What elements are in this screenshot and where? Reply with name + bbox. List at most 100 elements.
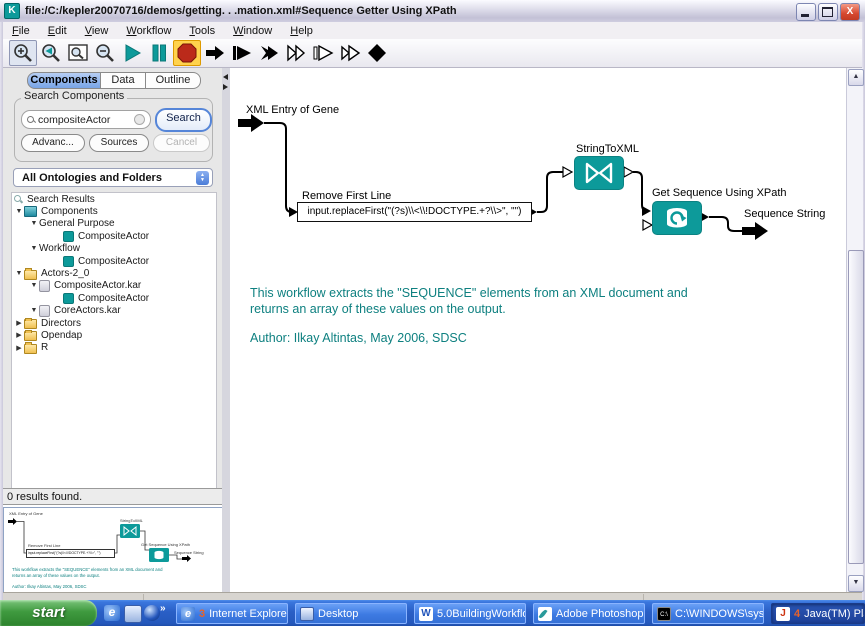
expand-right-icon[interactable]	[223, 84, 228, 90]
tree-item-r[interactable]: ▶ R	[12, 342, 216, 354]
input-output-multiport-icon[interactable]	[337, 41, 363, 65]
word-document-icon: W	[419, 606, 433, 621]
expander-closed-icon[interactable]: ▶	[14, 319, 24, 327]
canvas-vertical-scrollbar[interactable]: ▲ ▼	[846, 68, 864, 592]
sources-button[interactable]: Sources	[89, 134, 149, 152]
tree-item-components[interactable]: ▼ Components	[12, 205, 216, 218]
ontology-select[interactable]: All Ontologies and Folders ▲ ▼	[13, 168, 213, 187]
ontology-select-value: All Ontologies and Folders	[22, 172, 162, 184]
expander-open-icon[interactable]: ▼	[29, 245, 39, 252]
menu-window[interactable]: Window	[224, 24, 281, 38]
tree-item-general-purpose[interactable]: ▼ General Purpose	[12, 218, 216, 230]
taskbar-button-label: Internet Explorer	[209, 607, 288, 620]
expander-open-icon[interactable]: ▼	[29, 307, 39, 314]
tree-item-search-results[interactable]: Search Results	[12, 193, 216, 205]
tab-components[interactable]: Components	[27, 72, 101, 89]
expander-closed-icon[interactable]: ▶	[14, 344, 24, 352]
output-multiport-icon[interactable]	[310, 41, 336, 65]
run-icon[interactable]	[119, 41, 145, 65]
output-port-icon[interactable]	[229, 41, 255, 65]
zoom-fit-icon[interactable]	[65, 41, 91, 65]
advanced-button[interactable]: Advanc...	[21, 134, 85, 152]
stop-icon[interactable]	[173, 40, 201, 66]
xpath-second-input-port[interactable]	[642, 218, 654, 232]
taskbar-button-command-prompt[interactable]: C:\ C:\WINDOWS\syst...	[652, 603, 764, 624]
tree-item-directors[interactable]: ▶ Directors	[12, 317, 216, 330]
taskbar-button-word-document[interactable]: W 5.0BuildingWorkflo...	[414, 603, 526, 624]
pause-icon[interactable]	[146, 41, 172, 65]
xpath-actor[interactable]	[652, 201, 702, 235]
select-stepper-icon[interactable]: ▲ ▼	[196, 171, 209, 185]
search-button[interactable]: Search	[155, 108, 212, 132]
stringtoxml-output-port[interactable]	[623, 165, 635, 179]
scrollbar-thumb[interactable]	[848, 250, 864, 564]
expander-open-icon[interactable]: ▼	[29, 220, 39, 227]
quicklaunch-show-desktop-icon[interactable]	[124, 605, 142, 623]
tree-item-compositeactor[interactable]: CompositeActor	[12, 292, 216, 304]
menu-tools[interactable]: Tools	[180, 24, 224, 38]
folder-icon	[24, 268, 37, 280]
input-port-shape[interactable]	[238, 114, 264, 132]
xpath-input-port[interactable]	[642, 206, 651, 216]
cancel-button[interactable]: Cancel	[153, 134, 210, 152]
tree-item-coreactors-kar[interactable]: ▼ CoreActors.kar	[12, 304, 216, 317]
search-input[interactable]: compositeActor	[21, 110, 151, 129]
menu-view[interactable]: View	[76, 24, 118, 38]
zoom-out-icon[interactable]	[92, 41, 118, 65]
tree-item-workflow[interactable]: ▼ Workflow	[12, 243, 216, 255]
tab-data[interactable]: Data	[100, 72, 146, 89]
nav-expression-box: input.replaceFirst("(?s)\\<\\!DOCTYPE.+?…	[26, 549, 115, 558]
tree-item-opendap[interactable]: ▶ Opendap	[12, 329, 216, 342]
taskbar-button-photoshop[interactable]: Adobe Photoshop	[533, 603, 645, 624]
menu-file[interactable]: File	[3, 24, 39, 38]
workflow-navigator[interactable]: XML Entry of Gene Remove First Line inpu…	[3, 507, 223, 598]
clear-search-icon[interactable]	[134, 114, 145, 125]
menu-help[interactable]: Help	[281, 24, 322, 38]
component-tree: Search Results ▼ Components ▼ General Purp…	[11, 192, 217, 490]
scroll-down-icon[interactable]: ▼	[848, 575, 864, 592]
tree-item-compositeactor[interactable]: CompositeActor	[12, 230, 216, 242]
split-pane-divider[interactable]	[222, 68, 230, 592]
nav-xpath-label: Get Sequence Using XPath	[141, 542, 190, 547]
taskbar-button-label: 5.0BuildingWorkflo...	[437, 607, 525, 620]
quicklaunch-overflow-chevron[interactable]: »	[160, 603, 166, 614]
menu-edit[interactable]: Edit	[39, 24, 76, 38]
folder-icon	[24, 329, 37, 342]
nav-annotation-author: Author: Ilkay Altintas, May 2006, SDSC	[12, 584, 87, 589]
window-count: 4	[794, 607, 801, 620]
taskbar-button-java-platform[interactable]: J 4 Java(TM) Platf...	[771, 603, 865, 624]
expander-closed-icon[interactable]: ▶	[14, 331, 24, 339]
input-port-icon[interactable]	[202, 41, 228, 65]
collapse-left-icon[interactable]	[223, 74, 228, 80]
title-bar[interactable]: K file:/C:/kepler20070716/demos/getting.…	[0, 0, 865, 23]
input-multiport-icon[interactable]	[283, 41, 309, 65]
quicklaunch-media-icon[interactable]	[144, 605, 160, 621]
input-output-port-icon[interactable]	[256, 41, 282, 65]
start-button[interactable]: start	[0, 600, 97, 626]
quicklaunch-internet-explorer-icon[interactable]: e	[104, 605, 120, 621]
tree-item-actors-2-0[interactable]: ▼ Actors-2_0	[12, 267, 216, 280]
workflow-canvas[interactable]: XML Entry of Gene Remove First Line inpu…	[230, 68, 846, 592]
expander-open-icon[interactable]: ▼	[14, 270, 24, 277]
tree-item-compositeactor[interactable]: CompositeActor	[12, 255, 216, 267]
nav-annotation-line2: returns an array of these values on the …	[12, 573, 100, 578]
close-button[interactable]: X	[840, 3, 860, 21]
stringtoxml-actor[interactable]	[574, 156, 624, 190]
scroll-up-icon[interactable]: ▲	[848, 69, 864, 86]
output-port-shape[interactable]	[742, 222, 768, 240]
relation-icon[interactable]	[364, 41, 390, 65]
search-components-label: Search Components	[21, 90, 128, 102]
minimize-button[interactable]	[796, 3, 816, 21]
tab-outline[interactable]: Outline	[145, 72, 201, 89]
zoom-reset-icon[interactable]	[38, 41, 64, 65]
expander-open-icon[interactable]: ▼	[29, 282, 39, 289]
expression-actor[interactable]: input.replaceFirst("(?s)\\<\\!DOCTYPE.+?…	[297, 202, 532, 222]
maximize-button[interactable]	[818, 3, 838, 21]
taskbar-button-desktop[interactable]: Desktop	[295, 603, 407, 624]
menu-workflow[interactable]: Workflow	[117, 24, 180, 38]
expander-open-icon[interactable]: ▼	[14, 208, 24, 215]
tree-item-compositeactor-kar[interactable]: ▼ CompositeActor.kar	[12, 279, 216, 292]
zoom-in-icon[interactable]	[9, 40, 37, 66]
stringtoxml-input-port[interactable]	[562, 165, 574, 179]
taskbar-button-internet-explorer[interactable]: e 3 Internet Explorer ▼	[176, 603, 288, 624]
